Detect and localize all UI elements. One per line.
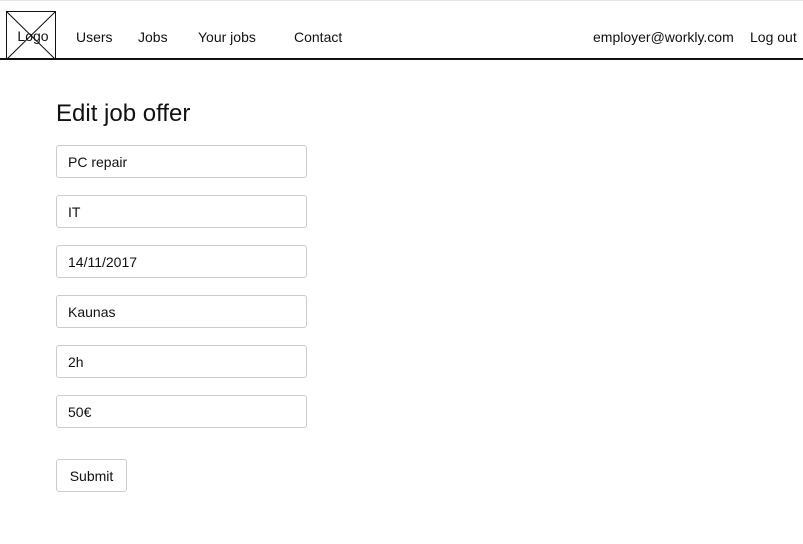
category-input[interactable] — [56, 195, 307, 228]
logo[interactable]: Logo — [6, 11, 56, 60]
duration-input[interactable] — [56, 345, 307, 378]
logo-label: Logo — [17, 28, 49, 44]
top-navbar: Logo Users Jobs Your jobs Contact employ… — [0, 0, 803, 60]
job-title-input[interactable] — [56, 145, 307, 178]
date-input[interactable] — [56, 245, 307, 278]
logout-link[interactable]: Log out — [750, 28, 797, 46]
city-input[interactable] — [56, 295, 307, 328]
nav-contact[interactable]: Contact — [294, 28, 342, 46]
nav-users[interactable]: Users — [76, 28, 113, 46]
page-title: Edit job offer — [56, 100, 191, 127]
user-email-link[interactable]: employer@workly.com — [593, 28, 734, 46]
submit-button[interactable]: Submit — [56, 459, 127, 492]
pay-input[interactable] — [56, 395, 307, 428]
nav-your-jobs[interactable]: Your jobs — [198, 28, 256, 46]
nav-jobs[interactable]: Jobs — [138, 28, 168, 46]
